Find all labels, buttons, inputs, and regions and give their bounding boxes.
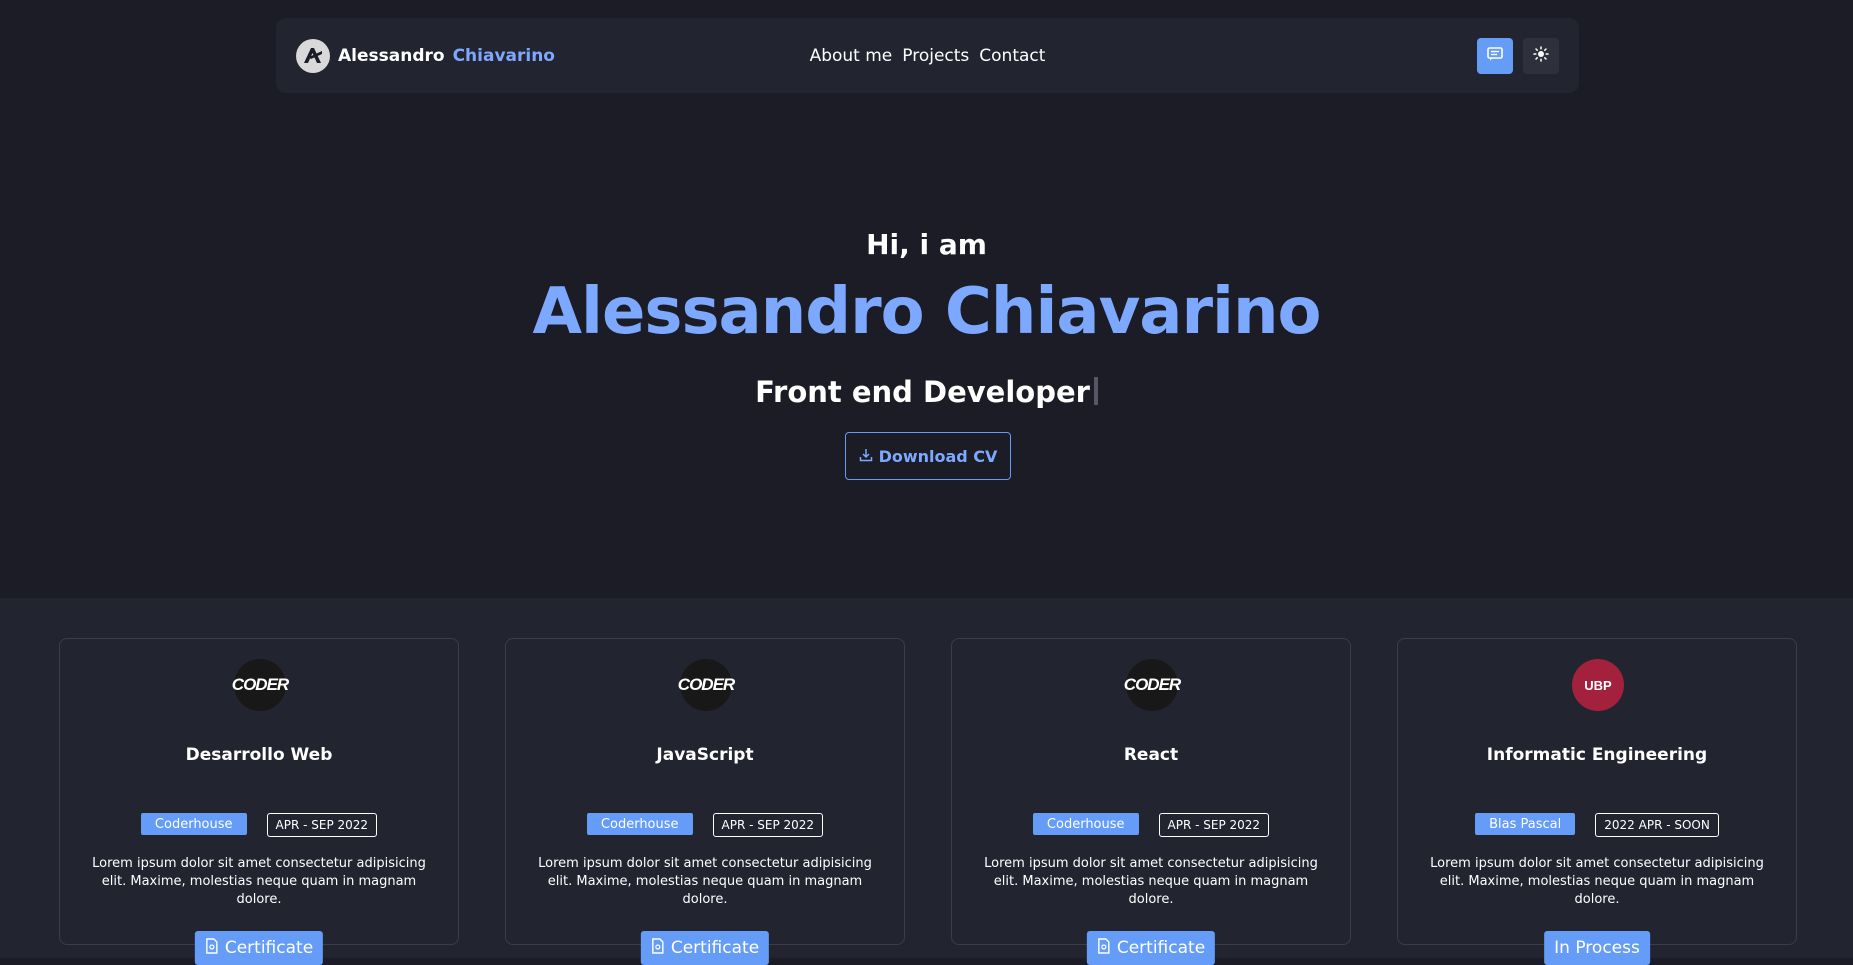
course-tags: Coderhouse APR - SEP 2022 [952, 813, 1350, 837]
hero-role-text: Front end Developer [755, 375, 1090, 409]
course-card: UBP Informatic Engineering Blas Pascal 2… [1397, 638, 1797, 965]
certificate-label: Certificate [670, 938, 760, 958]
date-badge: APR - SEP 2022 [1158, 813, 1270, 837]
hero-section: Hi, i am Alessandro Chiavarino Front end… [0, 0, 1853, 598]
course-title: Desarrollo Web [185, 745, 333, 765]
typing-caret [1093, 377, 1098, 405]
course-title: JavaScript [656, 745, 754, 765]
date-badge: APR - SEP 2022 [266, 813, 378, 837]
school-badge: Coderhouse [1032, 813, 1139, 835]
school-badge: Blas Pascal [1475, 813, 1576, 835]
course-description: Lorem ipsum dolor sit amet consectetur a… [92, 856, 426, 907]
date-badge: 2022 APR - SOON [1595, 813, 1719, 837]
certificate-label: Certificate [224, 938, 314, 958]
school-badge: Coderhouse [140, 813, 247, 835]
in-process-button[interactable]: In Process [1544, 931, 1650, 965]
in-process-label: In Process [1554, 938, 1640, 958]
certificate-button[interactable]: Certificate [194, 931, 324, 965]
course-description: Lorem ipsum dolor sit amet consectetur a… [1430, 856, 1764, 907]
course-card: CODER React Coderhouse APR - SEP 2022 Lo… [951, 638, 1351, 965]
certificate-button[interactable]: Certificate [1086, 931, 1216, 965]
coder-logo-icon: CODER [1124, 659, 1181, 711]
coder-logo-icon: CODER [232, 659, 289, 711]
education-section: CODER Desarrollo Web Coderhouse APR - SE… [0, 598, 1853, 965]
download-cv-button[interactable]: Download CV [845, 432, 1011, 480]
course-card: CODER Desarrollo Web Coderhouse APR - SE… [59, 638, 459, 965]
school-badge: Coderhouse [586, 813, 693, 835]
download-cv-label: Download CV [878, 446, 998, 466]
download-icon [859, 447, 873, 466]
hero-name: Alessandro Chiavarino [532, 275, 1321, 349]
certificate-icon [205, 937, 219, 959]
course-title: React [1123, 745, 1179, 765]
course-description: Lorem ipsum dolor sit amet consectetur a… [984, 856, 1318, 907]
course-title: Informatic Engineering [1486, 745, 1708, 765]
hero-greeting: Hi, i am [866, 228, 987, 261]
coder-logo-icon: CODER [678, 659, 735, 711]
certificate-button[interactable]: Certificate [640, 931, 770, 965]
course-tags: Blas Pascal 2022 APR - SOON [1398, 813, 1796, 837]
course-description: Lorem ipsum dolor sit amet consectetur a… [538, 856, 872, 907]
date-badge: APR - SEP 2022 [712, 813, 824, 837]
certificate-icon [1097, 937, 1111, 959]
ubp-logo-icon: UBP [1572, 659, 1624, 711]
certificate-label: Certificate [1116, 938, 1206, 958]
course-card: CODER JavaScript Coderhouse APR - SEP 20… [505, 638, 905, 965]
course-tags: Coderhouse APR - SEP 2022 [506, 813, 904, 837]
certificate-icon [651, 937, 665, 959]
hero-role: Front end Developer [0, 375, 1853, 409]
course-tags: Coderhouse APR - SEP 2022 [60, 813, 458, 837]
